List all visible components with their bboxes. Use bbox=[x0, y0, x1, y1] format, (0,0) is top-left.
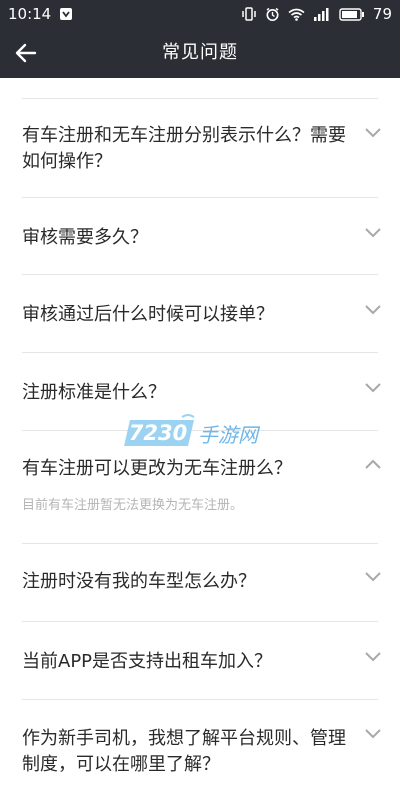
faq-question: 有车注册可以更改为无车注册么？ bbox=[22, 458, 292, 479]
faq-question: 注册标准是什么？ bbox=[22, 382, 166, 403]
chevron-down-icon bbox=[365, 228, 381, 238]
faq-item[interactable]: 作为新手司机，我想了解平台规则、管理制度，可以在哪里了解？ bbox=[0, 700, 400, 800]
faq-item[interactable]: 注册标准是什么？ bbox=[0, 353, 400, 431]
faq-question: 作为新手司机，我想了解平台规则、管理制度，可以在哪里了解？ bbox=[22, 728, 346, 775]
status-time: 10:14 bbox=[8, 5, 52, 23]
faq-answer: 目前有车注册暂无法更换为无车注册。 bbox=[22, 498, 244, 513]
battery-icon bbox=[339, 7, 365, 21]
battery-level: 79 bbox=[372, 5, 392, 23]
status-bar: 10:14 79 bbox=[0, 0, 400, 28]
app-bar: 常见问题 bbox=[0, 28, 400, 78]
chevron-down-icon bbox=[365, 572, 381, 582]
chevron-down-icon bbox=[365, 128, 381, 138]
vibrate-icon bbox=[241, 7, 257, 21]
faq-item-expanded[interactable]: 有车注册可以更改为无车注册么？ 目前有车注册暂无法更换为无车注册。 bbox=[0, 431, 400, 544]
chevron-down-icon bbox=[365, 729, 381, 739]
wifi-icon bbox=[288, 8, 305, 21]
faq-item[interactable]: 审核通过后什么时候可以接单？ bbox=[0, 275, 400, 353]
page-title: 常见问题 bbox=[162, 42, 238, 63]
alarm-icon bbox=[265, 7, 280, 22]
faq-question: 审核需要多久？ bbox=[22, 227, 148, 248]
faq-question: 有车注册和无车注册分别表示什么？需要如何操作？ bbox=[22, 125, 346, 172]
faq-item[interactable]: 有车注册和无车注册分别表示什么？需要如何操作？ bbox=[0, 99, 400, 198]
chevron-down-icon bbox=[365, 652, 381, 662]
chevron-down-icon bbox=[365, 383, 381, 393]
faq-question: 当前APP是否支持出租车加入？ bbox=[22, 651, 273, 672]
faq-question: 注册时没有我的车型怎么办？ bbox=[22, 571, 256, 592]
signal-icon bbox=[313, 7, 331, 21]
faq-item[interactable]: 注册时没有我的车型怎么办？ bbox=[0, 544, 400, 622]
notification-icon bbox=[59, 7, 73, 21]
faq-list: 有车注册和无车注册分别表示什么？需要如何操作？ 审核需要多久？ 审核通过后什么时… bbox=[0, 78, 400, 800]
chevron-up-icon bbox=[365, 459, 381, 469]
faq-item[interactable]: 审核需要多久？ bbox=[0, 198, 400, 275]
faq-question: 审核通过后什么时候可以接单？ bbox=[22, 304, 274, 325]
chevron-down-icon bbox=[365, 305, 381, 315]
faq-item[interactable]: 当前APP是否支持出租车加入？ bbox=[0, 622, 400, 700]
